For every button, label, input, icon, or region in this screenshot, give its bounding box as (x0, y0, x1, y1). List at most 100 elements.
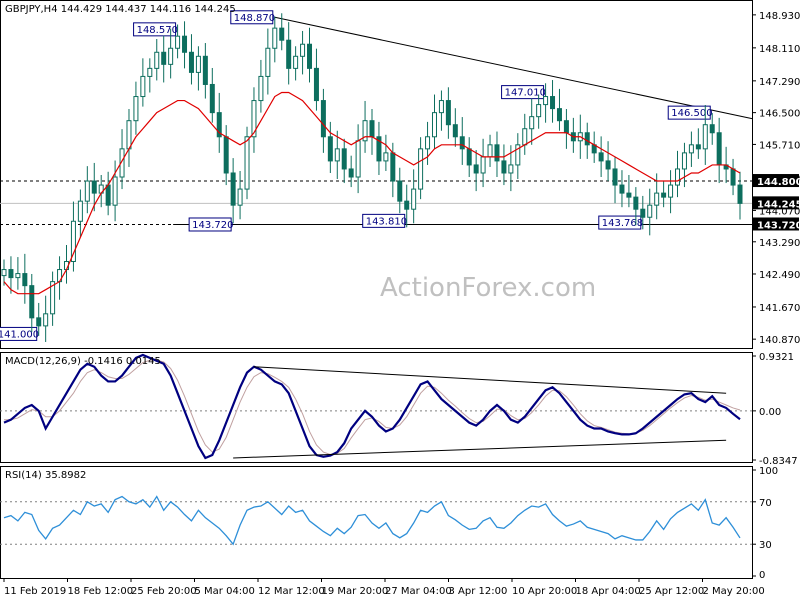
candle-body (84, 180, 90, 202)
candle-body (133, 96, 139, 122)
time-axis-label: 18 Feb 12:00 (68, 586, 134, 597)
candle-body (320, 100, 326, 138)
candle-body (598, 152, 604, 162)
price-callout-label: 147.010 (505, 88, 546, 99)
candle-body (709, 124, 715, 134)
price-tag-label: 144.245 (757, 199, 800, 210)
candle-body (695, 144, 701, 150)
candle-body (279, 27, 285, 41)
price-callout: 147.010 (501, 85, 546, 100)
time-axis-label: 12 Mar 12:00 (258, 586, 325, 597)
candle-body (43, 313, 49, 327)
candle-body (647, 204, 653, 218)
price-callout-label: 143.768 (602, 218, 643, 229)
price-axis-label: 141.670 (759, 303, 800, 314)
candle-body (36, 317, 42, 327)
candle-body (661, 192, 667, 198)
price-tag: 143.720 (753, 217, 800, 231)
candle-body (536, 104, 542, 118)
time-axis-label: 18 Apr 04:00 (576, 586, 641, 597)
price-callout: 143.810 (362, 213, 407, 228)
candle-body (668, 184, 674, 198)
price-tag-label: 144.800 (757, 177, 800, 188)
price-tag: 144.245 (753, 196, 800, 210)
candle-body (425, 136, 431, 150)
candle-body (175, 35, 181, 49)
candle-body (237, 188, 243, 206)
candle-body (1, 269, 7, 277)
candle-body (369, 120, 375, 138)
time-axis-label: 10 Apr 20:00 (512, 586, 577, 597)
candle-body (341, 148, 347, 170)
candle-body (494, 144, 500, 162)
macd-panel (0, 352, 753, 463)
candle-body (550, 96, 556, 110)
candle-body (654, 192, 660, 206)
candle-body (22, 273, 28, 287)
price-axis-label: 147.290 (759, 77, 800, 88)
watermark: ActionForex.com (380, 273, 596, 303)
candle-body (300, 43, 306, 57)
rsi-axis-label: 70 (759, 498, 772, 509)
candle-body (480, 156, 486, 174)
candle-body (313, 67, 319, 102)
candle-body (522, 128, 528, 146)
price-callout: 148.570 (133, 22, 178, 37)
rsi-panel-title: RSI(14) 35.8982 (5, 470, 86, 481)
price-tag: 144.800 (753, 174, 800, 188)
candle-body (161, 51, 167, 65)
candle-body (105, 184, 111, 206)
time-axis-label: 2 May 20:00 (703, 586, 765, 597)
candle-body (619, 184, 625, 194)
candle-body (223, 136, 229, 174)
candle-body (633, 196, 639, 210)
rsi-axis-label: 30 (759, 540, 772, 551)
candle-body (675, 168, 681, 186)
candle-body (209, 83, 215, 114)
price-callout: 141.000 (0, 326, 39, 341)
candle-body (431, 112, 437, 138)
time-axis-label: 3 Apr 12:00 (449, 586, 508, 597)
candle-body (730, 168, 736, 186)
price-callout-label: 141.000 (0, 329, 39, 340)
candle-body (202, 55, 208, 85)
price-tags-layer: 144.800 144.245 143.720 (753, 174, 800, 231)
candle-body (688, 144, 694, 154)
macd-axis-label: 0.00 (759, 407, 781, 418)
candle-body (230, 172, 236, 206)
price-panel (0, 0, 753, 349)
candle-body (126, 120, 132, 150)
candle-body (529, 116, 535, 130)
time-axis-label: 25 Apr 12:00 (639, 586, 704, 597)
candle-body (452, 124, 458, 138)
candle-body (334, 148, 340, 162)
price-callout-label: 143.720 (192, 220, 233, 231)
time-axis-label: 25 Feb 20:00 (131, 586, 197, 597)
candle-body (147, 67, 153, 77)
candle (244, 126, 250, 200)
price-axis-label: 146.500 (759, 109, 800, 120)
candle-body (188, 51, 194, 73)
candle-body (91, 180, 97, 194)
candle-body (244, 136, 250, 190)
rsi-axis-label: 0 (759, 570, 765, 581)
candle-body (286, 39, 292, 69)
candle-body (265, 47, 271, 77)
candle-body (77, 200, 83, 222)
candle-body (445, 100, 451, 126)
price-callout-label: 146.500 (671, 108, 712, 119)
price-callout: 148.870 (230, 10, 275, 25)
candle-body (466, 148, 472, 166)
price-callout: 146.500 (667, 105, 713, 120)
candle-body (508, 164, 514, 174)
candle-body (182, 35, 188, 53)
chart-canvas: ActionForex.com 148.570 148.870 147.010 146… (0, 0, 800, 597)
price-axis-label: 140.870 (759, 335, 800, 346)
macd-panel-title: MACD(12,26,9) -0.1416 0.0145 (5, 356, 161, 367)
candle-body (716, 132, 722, 166)
candle-body (29, 285, 35, 319)
price-callout-label: 143.810 (366, 216, 407, 227)
candle-body (543, 96, 549, 106)
price-axis-label: 148.110 (759, 44, 800, 55)
candle-body (681, 152, 687, 170)
